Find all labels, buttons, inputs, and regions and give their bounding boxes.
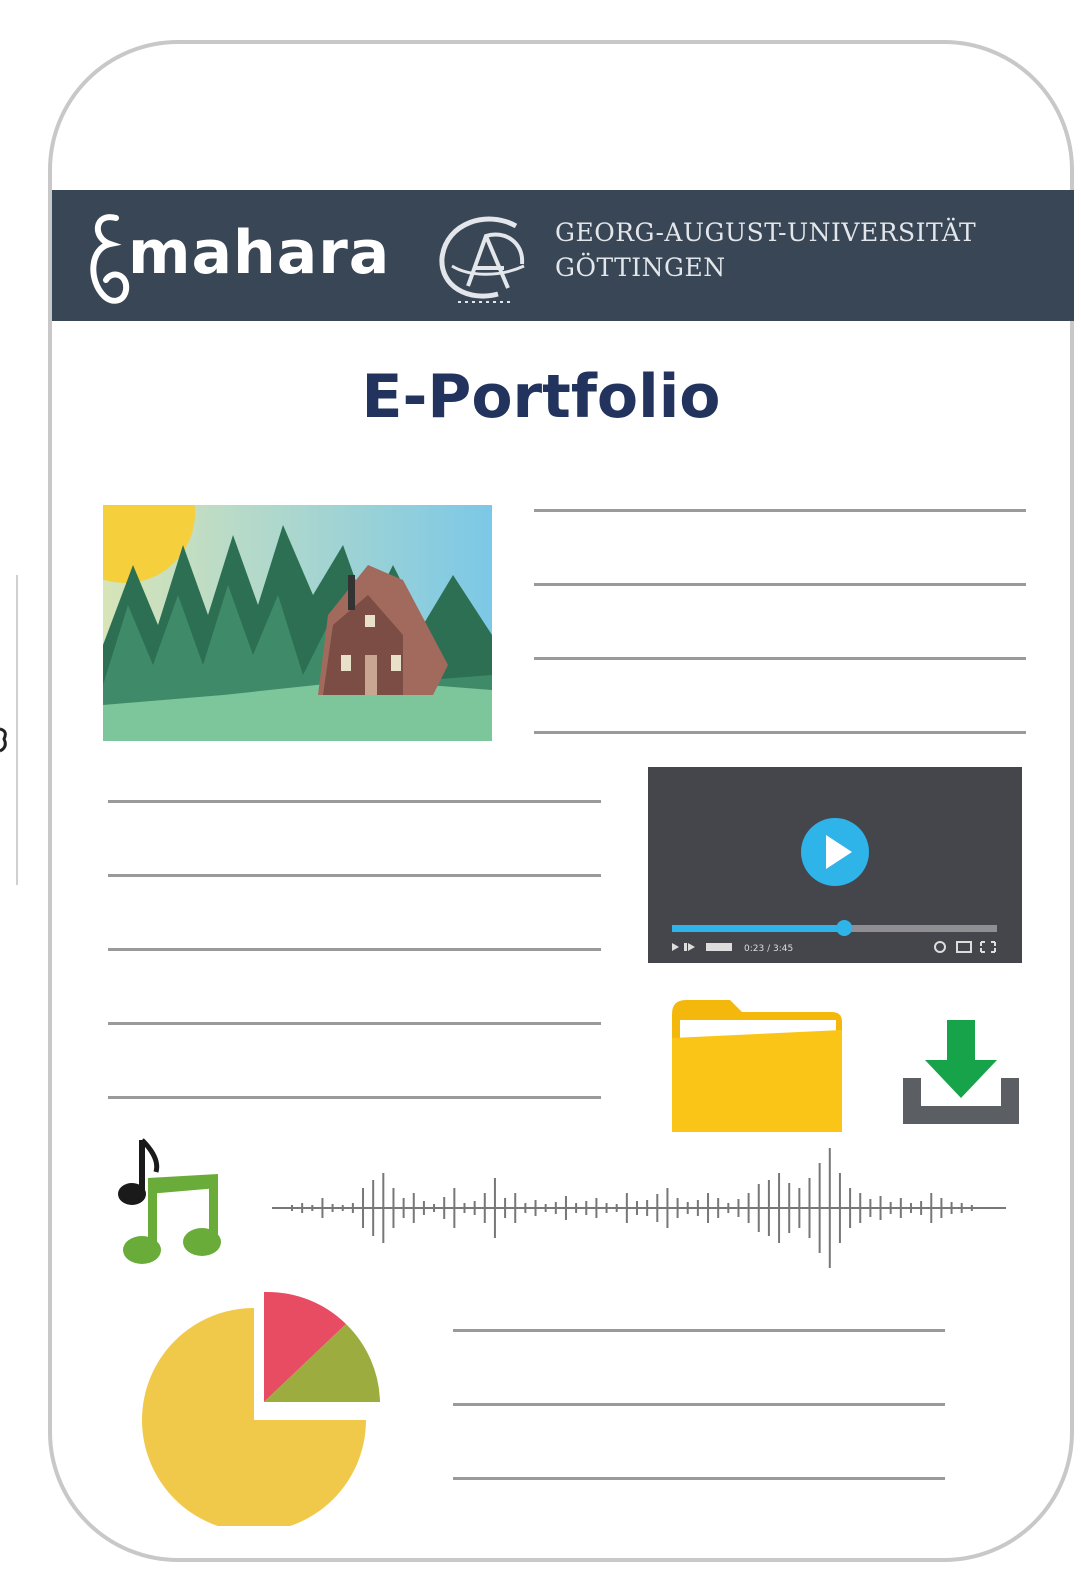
folder-icon[interactable] [672,1000,842,1132]
video-time: 0:23 / 3:45 [744,944,793,954]
text-line [108,874,601,877]
text-line [108,1022,601,1025]
download-icon[interactable] [903,1020,1019,1124]
video-thumbnail[interactable]: 0:23 / 3:45 [648,767,1022,963]
text-line [534,583,1026,586]
edge-glyph [0,727,7,753]
landscape-image [103,505,492,741]
text-line [453,1403,945,1406]
music-notes-icon [118,1138,221,1264]
text-line [453,1477,945,1480]
pie-chart-icon [142,1291,380,1526]
text-line [453,1329,945,1332]
text-line [108,948,601,951]
brand-wordmark: mahara [128,218,391,288]
text-line [108,800,601,803]
text-line [108,1096,601,1099]
university-name-line2: GÖTTINGEN [555,253,726,282]
text-line [534,657,1026,660]
page-title: E-Portfolio [361,362,721,432]
mahara-logo-icon [90,214,130,304]
university-name-line1: GEORG-AUGUST-UNIVERSITÄT [555,218,977,247]
university-seal-icon [439,216,525,303]
text-line [534,509,1026,512]
text-line [534,731,1026,734]
audio-waveform [272,1148,1006,1268]
